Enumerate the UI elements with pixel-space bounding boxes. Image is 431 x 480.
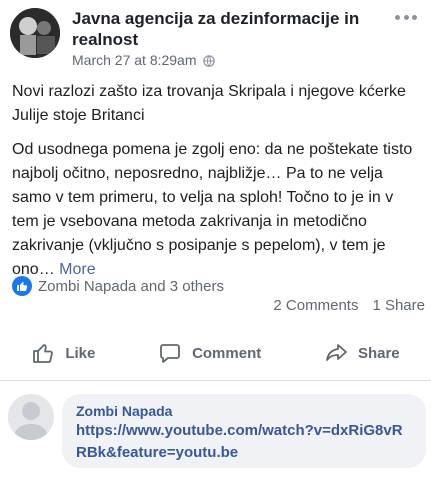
post-actions: Like Comment Share	[0, 334, 431, 372]
commenter-avatar[interactable]	[8, 394, 54, 440]
post-body-text: Od usodnega pomena je zgolj eno: da ne p…	[12, 141, 413, 278]
divider	[0, 380, 431, 381]
post-text: Novi razlozi zašto iza trovanja Skripala…	[12, 80, 422, 292]
thumbs-up-icon	[33, 344, 54, 363]
share-icon	[326, 344, 347, 361]
page-name[interactable]: Javna agencija za dezinformacije in real…	[72, 8, 372, 50]
reactions-text: Zombi Napada and 3 others	[38, 277, 224, 295]
post-title-line: Novi razlozi zašto iza trovanja Skripala…	[12, 83, 406, 124]
comments-count[interactable]: 2 Comments	[273, 297, 358, 319]
like-button[interactable]: Like	[31, 341, 95, 365]
reactions-summary[interactable]: Zombi Napada and 3 others	[12, 275, 224, 297]
more-options-icon[interactable]	[395, 10, 417, 24]
engagement-counts: 2 Comments 1 Share	[273, 297, 425, 319]
comment-icon	[160, 344, 180, 363]
post-meta: March 27 at 8:29am	[72, 52, 215, 68]
post-body: Od usodnega pomena je zgolj eno: da ne p…	[12, 138, 422, 282]
comment-link[interactable]: https://www.youtube.com/watch?v=dxRiG8vR…	[76, 420, 412, 464]
comment-label: Comment	[192, 344, 262, 362]
shares-count[interactable]: 1 Share	[372, 297, 425, 319]
share-label: Share	[357, 344, 400, 362]
post-timestamp[interactable]: March 27 at 8:29am	[72, 52, 197, 68]
page-avatar[interactable]	[10, 8, 60, 58]
comment-button[interactable]: Comment	[158, 341, 261, 365]
like-icon	[12, 276, 32, 296]
like-label: Like	[65, 344, 96, 362]
globe-icon	[202, 54, 215, 67]
post-header: Javna agencija za dezinformacije in real…	[10, 8, 421, 68]
comment-bubble: Zombi Napada https://www.youtube.com/wat…	[62, 394, 426, 468]
share-button[interactable]: Share	[324, 341, 400, 365]
commenter-name[interactable]: Zombi Napada	[76, 402, 412, 420]
